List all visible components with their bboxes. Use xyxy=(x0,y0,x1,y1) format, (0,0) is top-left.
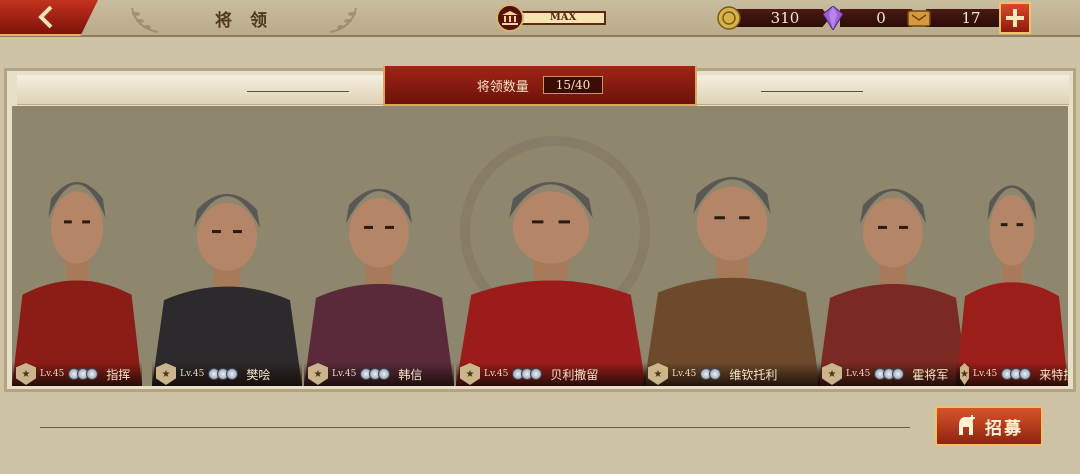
hero-count-label: 将领数量 xyxy=(476,79,529,95)
recruit-button[interactable]: 招募 xyxy=(935,406,1043,446)
hero-level: Lv.45 xyxy=(332,369,357,379)
purple-gem-icon xyxy=(820,5,846,31)
bottom-divider xyxy=(40,427,910,428)
hero-card[interactable]: ★ Lv.45 韩信 xyxy=(304,154,454,386)
hero-stars xyxy=(874,368,905,380)
rank-badge-icon: ★ xyxy=(960,363,969,385)
rank-badge-icon: ★ xyxy=(648,363,668,385)
hero-card[interactable]: ★ Lv.45 樊哙 xyxy=(152,160,302,386)
hero-name: 指挥 xyxy=(106,367,131,382)
star-coin-icon xyxy=(378,368,391,380)
add-resource-button[interactable] xyxy=(999,2,1031,34)
hero-card[interactable]: ★ Lv.45 指挥 xyxy=(12,146,142,386)
hero-name: 韩信 xyxy=(398,367,423,382)
star-coin-icon xyxy=(86,368,99,380)
star-coin-icon xyxy=(1019,368,1032,380)
star-coin-icon xyxy=(892,368,905,380)
recruit-ticket-icon xyxy=(906,5,932,31)
back-arrow-icon xyxy=(38,5,53,29)
hero-stars xyxy=(700,368,722,380)
divider-right xyxy=(761,91,863,92)
divider-left xyxy=(247,91,349,92)
hero-name: 霍将军 xyxy=(912,367,949,382)
hero-list: ★ Lv.45 指挥 ★ Lv.45 樊哙 ★ Lv.45 韩信 ★ Lv.45 贝利撒留 ★ Lv.45… xyxy=(12,106,1068,386)
hero-level: Lv.45 xyxy=(672,369,697,379)
gold-resource[interactable]: 310 xyxy=(716,5,830,31)
gold-value: 310 xyxy=(736,9,830,27)
hero-count-banner: 将领数量 15/40 xyxy=(383,66,697,106)
hero-info-bar: ★ Lv.45 指挥 xyxy=(12,362,142,386)
rank-badge-icon: ★ xyxy=(16,363,36,385)
hero-stars xyxy=(1001,368,1032,380)
hero-card[interactable]: ★ Lv.45 贝利撒留 xyxy=(456,146,646,386)
star-coin-icon xyxy=(709,368,722,380)
hero-info-bar: ★ Lv.45 贝利撒留 xyxy=(456,362,646,386)
hero-info-bar: ★ Lv.45 维钦托利 xyxy=(644,362,820,386)
hero-card[interactable]: ★ Lv.45 维钦托利 xyxy=(644,140,820,386)
capacity-bar: MAX xyxy=(520,11,606,25)
rank-badge-icon: ★ xyxy=(308,363,328,385)
hero-stars xyxy=(512,368,543,380)
rank-badge-icon: ★ xyxy=(460,363,480,385)
helmeted-general-portrait xyxy=(304,188,454,386)
hero-level: Lv.45 xyxy=(972,369,998,379)
back-button[interactable] xyxy=(0,0,98,36)
gold-coin-icon xyxy=(716,5,742,31)
hero-level: Lv.45 xyxy=(846,369,871,379)
recruit-label: 招募 xyxy=(985,418,1023,439)
hero-name: 来特拉达梯 xyxy=(1039,367,1068,382)
gaul-chieftain-portrait xyxy=(644,176,820,386)
hero-info-bar: ★Lv.45 来特拉达梯 xyxy=(956,362,1068,386)
hero-info-bar: ★ Lv.45 樊哙 xyxy=(152,362,302,386)
hero-info-bar: ★ Lv.45 霍将军 xyxy=(818,362,968,386)
hero-name: 樊哙 xyxy=(246,367,271,382)
hero-level: Lv.45 xyxy=(484,369,509,379)
hero-info-bar: ★ Lv.45 韩信 xyxy=(304,362,454,386)
roman-centurion-portrait xyxy=(12,182,142,386)
ticket-resource[interactable]: 17 xyxy=(906,5,1012,31)
hero-name: 维钦托利 xyxy=(729,367,778,382)
hero-stars xyxy=(68,368,99,380)
rank-badge-icon: ★ xyxy=(822,363,842,385)
star-coin-icon xyxy=(226,368,239,380)
hero-count-value: 15/40 xyxy=(542,76,604,94)
gem-resource[interactable]: 0 xyxy=(820,5,918,31)
hero-stars xyxy=(360,368,391,380)
hero-stars xyxy=(208,368,239,380)
hero-name: 贝利撒留 xyxy=(550,367,599,382)
plus-icon xyxy=(1006,9,1024,27)
laurel-left-icon xyxy=(131,7,159,33)
han-general-portrait xyxy=(818,188,968,386)
title-area: 将 领 xyxy=(128,0,360,36)
page-title: 将 领 xyxy=(215,10,273,31)
rank-badge-icon: ★ xyxy=(156,363,176,385)
building-capacity[interactable]: MAX xyxy=(496,4,606,32)
star-coin-icon xyxy=(530,368,543,380)
spartan-helmet-icon xyxy=(959,415,975,435)
hero-card[interactable]: ★Lv.45 来特拉达梯 xyxy=(956,150,1068,386)
hero-level: Lv.45 xyxy=(180,369,205,379)
chinese-warrior-portrait xyxy=(152,193,302,386)
lion-pelt-warrior-portrait xyxy=(956,185,1068,386)
byzantine-general-portrait xyxy=(456,182,646,386)
temple-icon xyxy=(496,4,524,32)
top-bar: 将 领 MAX 310 0 17 xyxy=(0,0,1080,37)
hero-level: Lv.45 xyxy=(40,369,65,379)
hero-card[interactable]: ★ Lv.45 霍将军 xyxy=(818,154,968,386)
laurel-right-icon xyxy=(329,7,357,33)
